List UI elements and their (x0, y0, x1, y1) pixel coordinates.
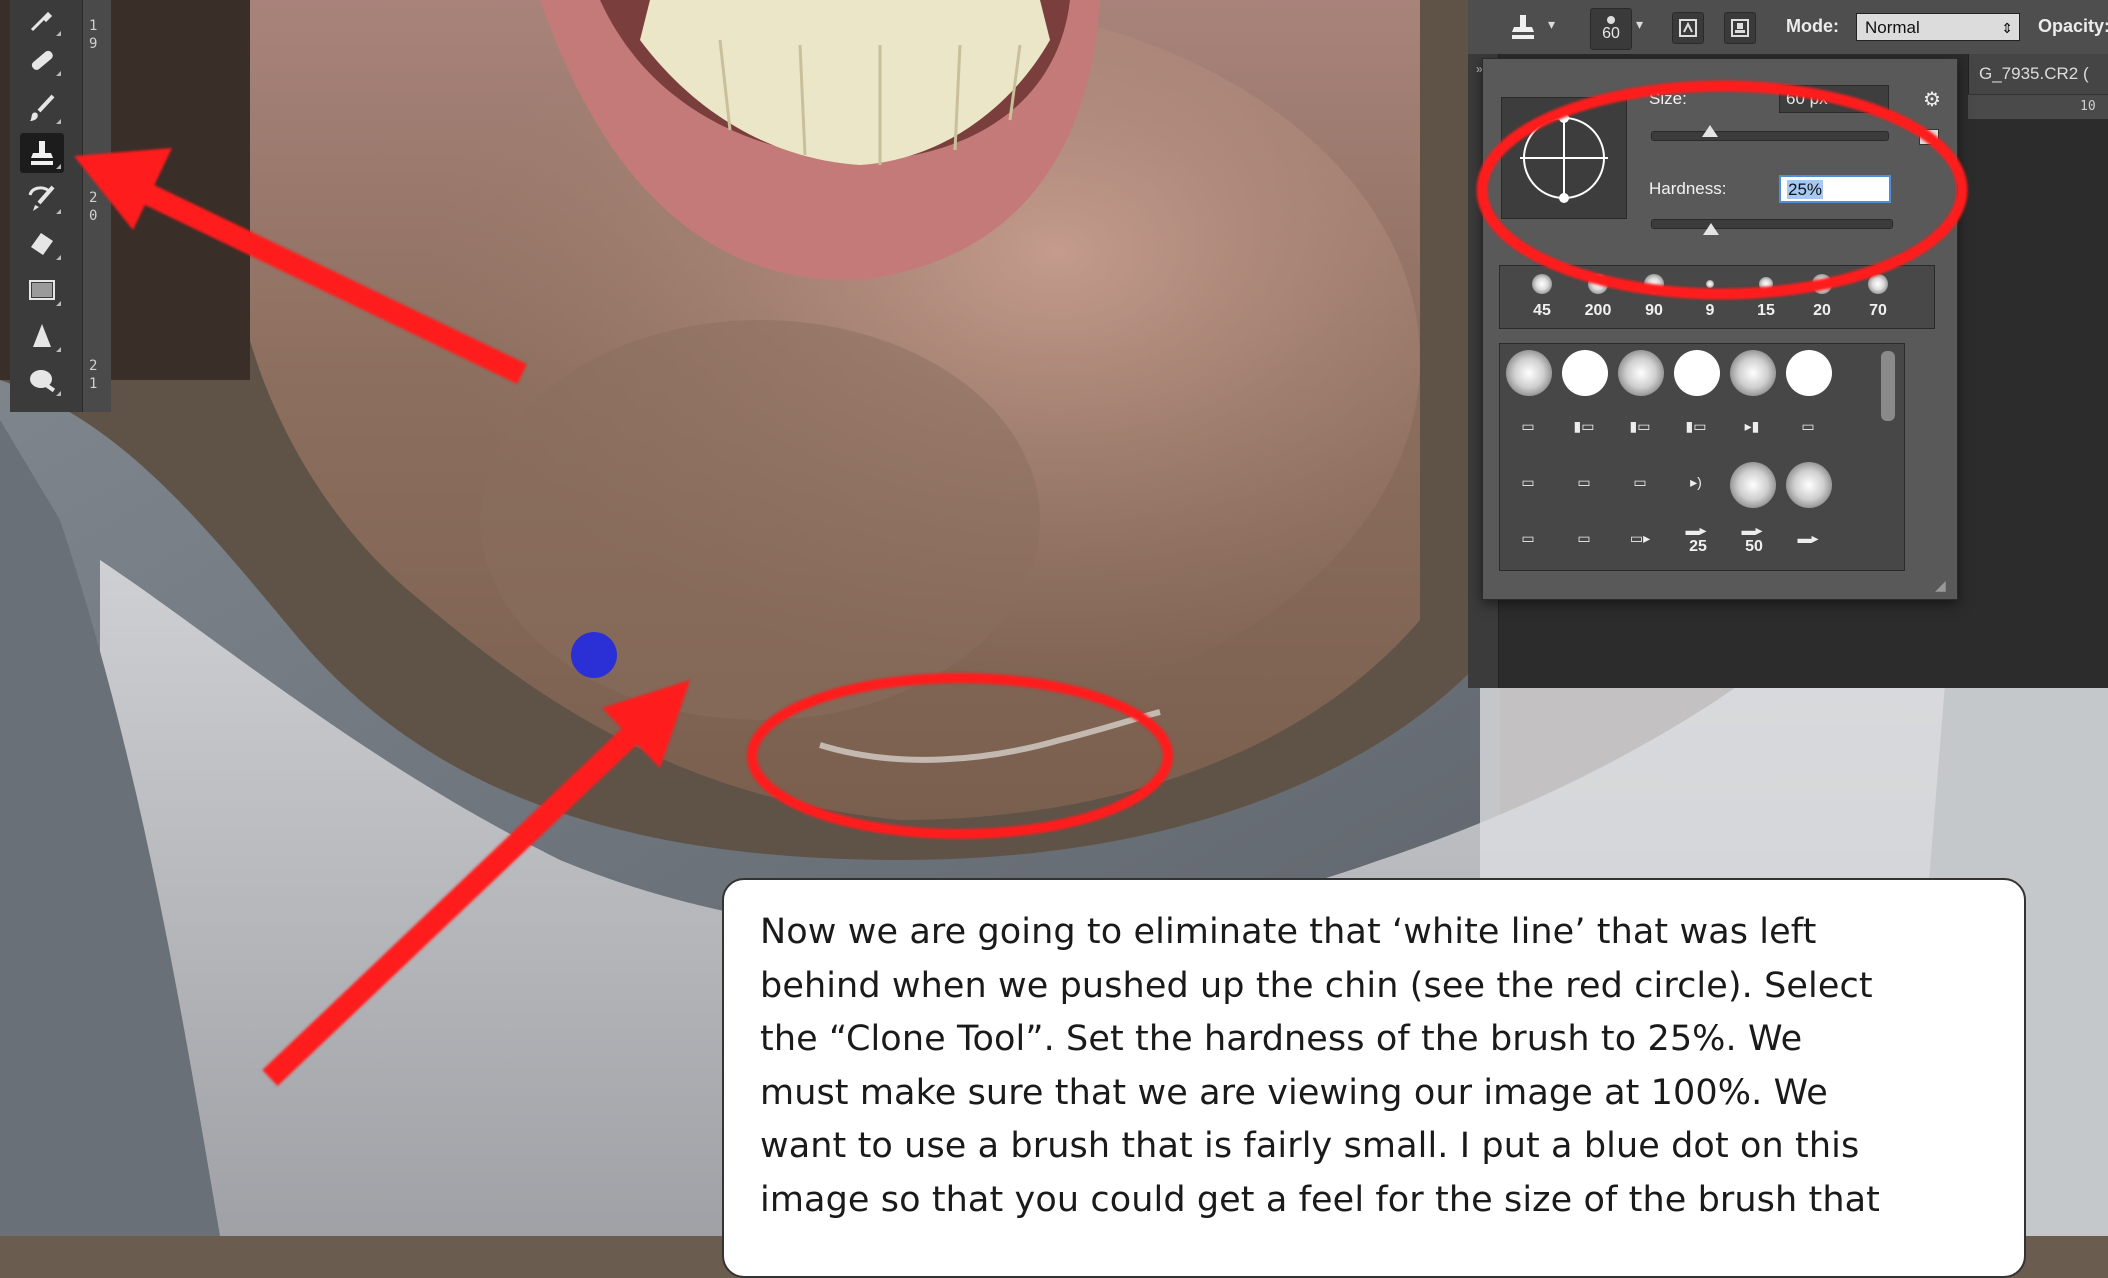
brush-tip-bristle[interactable]: ▭ (1502, 456, 1558, 512)
brush-preset-panel: Size: 60 px ⚙ Hardness: 25% 45 200 90 9 … (1482, 58, 1958, 600)
brush-preset-picker-area: » G_7935.CR2 ( 10 Size: 60 px ⚙ Hardness… (1468, 54, 2108, 688)
ruler-mark: 1 (89, 18, 98, 34)
eyedropper-icon[interactable] (20, 0, 64, 40)
brush-tip-bristle[interactable]: ▭ (1558, 456, 1614, 512)
brush-tip-bristle[interactable]: ▮▭ (1558, 400, 1614, 456)
preset-size: 15 (1757, 302, 1775, 319)
preset-size: 20 (1813, 302, 1831, 319)
brush-tip-soft-round[interactable] (1614, 344, 1670, 400)
ruler-mark: 1 (89, 376, 98, 392)
brush-tip-bristle[interactable]: ▮▭ (1614, 400, 1670, 456)
brush-preset[interactable]: 15 (1738, 266, 1794, 328)
size-slider-track[interactable] (1651, 131, 1889, 141)
brush-icon[interactable] (20, 88, 64, 128)
ruler-mark: 2 (89, 358, 98, 374)
history-brush-icon[interactable] (20, 178, 64, 218)
hardness-value: 25% (1787, 180, 1824, 199)
scrollbar-thumb[interactable] (1881, 351, 1895, 421)
clone-source-toggle-icon[interactable] (1724, 12, 1756, 44)
hardness-slider-track[interactable] (1651, 219, 1893, 229)
brush-preset-picker[interactable]: 60 (1590, 8, 1632, 50)
caption-line: behind when we pushed up the chin (see t… (760, 965, 1873, 1006)
resize-grip-icon[interactable]: ◢ (1935, 577, 1946, 594)
brush-tip-airbrush[interactable]: ▬▸ (1782, 512, 1838, 568)
brush-preset[interactable]: 70 (1850, 266, 1906, 328)
preset-size: 9 (1705, 302, 1715, 319)
blur-icon[interactable] (20, 316, 64, 356)
healing-brush-icon[interactable] (20, 40, 64, 80)
brush-preset[interactable]: 90 (1626, 266, 1682, 328)
ruler-mark: 2 (89, 190, 98, 206)
mode-select[interactable]: Normal ⇕ (1856, 13, 2020, 41)
brush-preset[interactable]: 20 (1794, 266, 1850, 328)
brush-size-readout: 60 (1602, 25, 1620, 42)
chevron-down-icon[interactable]: ▾ (1548, 16, 1555, 33)
brush-preset[interactable]: 45 (1514, 266, 1570, 328)
size-input[interactable]: 60 px (1779, 85, 1889, 113)
brush-tip-bristle[interactable]: ▭ (1502, 400, 1558, 456)
preset-size: 70 (1869, 302, 1887, 319)
horizontal-ruler: 10 (1968, 94, 2108, 119)
hardness-label: Hardness: (1649, 179, 1727, 198)
ruler-mark: 9 (89, 36, 98, 52)
brush-tip-soft-round[interactable] (1782, 456, 1838, 512)
mode-label: Mode: (1786, 16, 1839, 36)
caption-line: Now we are going to eliminate that ‘whit… (760, 912, 1817, 952)
size-label: Size: (1649, 89, 1687, 108)
brush-tip-soft-round[interactable] (1726, 344, 1782, 400)
ruler-mark: 10 (2080, 99, 2096, 114)
brush-tip-hard-round[interactable] (1558, 344, 1614, 400)
brush-preset[interactable]: 200 (1570, 266, 1626, 328)
options-bar: ▾ 60 ▾ Mode: Normal ⇕ Opacity: (1468, 0, 2108, 55)
size-slider-thumb[interactable] (1702, 125, 1718, 137)
vertical-ruler: 1 9 2 0 2 1 (82, 0, 111, 412)
brush-tip-bristle[interactable]: ▭ (1502, 512, 1558, 568)
tools-panel: 1 9 2 0 2 1 (10, 0, 111, 412)
ruler-mark: 0 (89, 208, 98, 224)
opacity-label: Opacity: (2038, 16, 2108, 36)
new-preset-icon[interactable] (1919, 129, 1939, 145)
brush-tip-bristle[interactable]: ▭ (1614, 456, 1670, 512)
eraser-icon[interactable] (20, 224, 64, 264)
dodge-icon[interactable] (20, 360, 64, 400)
gradient-icon[interactable] (20, 270, 64, 310)
brush-tip-bristle[interactable]: ▸▮ (1726, 400, 1782, 456)
preset-size: 90 (1645, 302, 1663, 319)
chevron-down-icon[interactable]: ▾ (1636, 16, 1643, 33)
brush-tip-airbrush[interactable]: ▬▸ 25 (1670, 504, 1726, 560)
brush-tip-bristle[interactable]: ▭ (1558, 512, 1614, 568)
brush-dot-icon (1607, 16, 1615, 24)
brush-tip-bristle[interactable]: ▭▸ (1614, 512, 1670, 568)
preset-size: 200 (1584, 302, 1612, 319)
caption-line: image so that you could get a feel for t… (760, 1179, 1881, 1220)
clone-stamp-icon[interactable] (1508, 12, 1538, 42)
caption-line: want to use a brush that is fairly small… (760, 1126, 1860, 1166)
select-arrows-icon: ⇕ (2001, 20, 2013, 36)
brush-preset[interactable]: 9 (1682, 266, 1738, 328)
caption-line: the “Clone Tool”. Set the hardness of th… (760, 1019, 1803, 1059)
brush-tip-size: 50 (1745, 538, 1763, 555)
brush-panel-toggle-icon[interactable] (1672, 12, 1704, 44)
document-tab[interactable]: G_7935.CR2 ( (1968, 54, 2108, 94)
brush-tip-size: 25 (1689, 538, 1707, 555)
brush-tip-preview[interactable] (1501, 97, 1627, 219)
clone-stamp-icon[interactable] (20, 133, 64, 173)
brush-tip-bristle[interactable]: ▮▭ (1670, 400, 1726, 456)
brush-tip-bristle[interactable]: ▭ (1782, 400, 1838, 456)
instruction-caption: Now we are going to eliminate that ‘whit… (722, 878, 2026, 1278)
hardness-input[interactable]: 25% (1779, 175, 1891, 203)
hardness-slider-thumb[interactable] (1703, 223, 1719, 235)
brush-tip-soft-round[interactable] (1502, 344, 1558, 400)
brush-tip-airbrush[interactable]: ▬▸ 50 (1726, 504, 1782, 560)
brush-tip-hard-round[interactable] (1670, 344, 1726, 400)
mode-value: Normal (1865, 18, 1920, 37)
recent-brush-presets: 45 200 90 9 15 20 70 (1499, 265, 1935, 329)
brush-preset-grid: ▭ ▮▭ ▮▭ ▮▭ ▸▮ ▭ ▭ ▭ ▭ ▸) ▭ ▭ ▭▸ ▬▸ 25 ▬▸ 5… (1499, 343, 1905, 571)
caption-line: must make sure that we are viewing our i… (760, 1072, 1828, 1113)
gear-icon[interactable]: ⚙ (1923, 87, 1941, 112)
brush-tip-hard-round[interactable] (1782, 344, 1838, 400)
preset-size: 45 (1533, 302, 1551, 319)
